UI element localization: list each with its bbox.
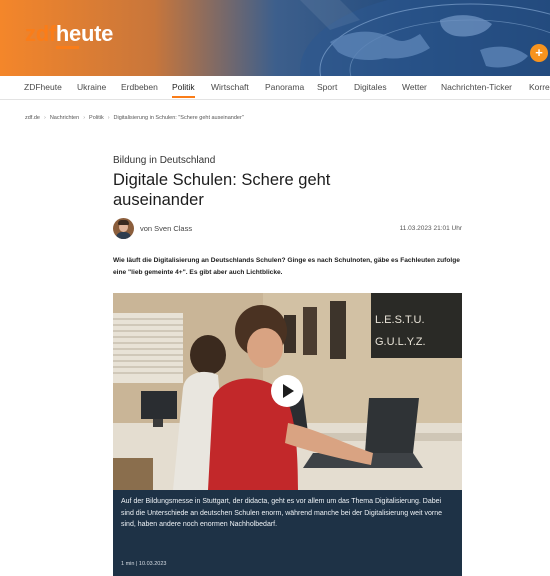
breadcrumb-separator-icon: › <box>83 115 86 121</box>
video-caption-box: Auf der Bildungsmesse in Stuttgart, der … <box>113 490 462 576</box>
article-kicker: Bildung in Deutschland <box>113 155 216 166</box>
zdfheute-logo[interactable]: zdfheute <box>25 21 113 47</box>
nav-item-zdfheute[interactable]: ZDFheute <box>24 82 62 92</box>
board-text-1: L.E.S.T.U. <box>375 314 425 326</box>
video-player[interactable]: L.E.S.T.U. G.U.L.Y.Z. <box>113 293 462 490</box>
breadcrumb-separator-icon: › <box>43 115 46 121</box>
article-teaser: Wie läuft die Digitalisierung an Deutsch… <box>113 257 460 276</box>
article-title: Digitale Schulen: Schere geht auseinande… <box>113 171 331 209</box>
breadcrumb-separator-icon: › <box>107 115 110 121</box>
breadcrumb-item-nachrichten[interactable]: Nachrichten <box>50 115 79 121</box>
author-name[interactable]: von Sven Class <box>140 224 192 233</box>
nav-item-politik[interactable]: Politik <box>172 82 195 98</box>
breadcrumb: zdf.de › Nachrichten › Politik › Digitalisieru… <box>25 115 244 121</box>
site-header: zdfheute + <box>0 0 550 76</box>
board-text-2: G.U.L.Y.Z. <box>375 336 426 348</box>
breadcrumb-item-politik[interactable]: Politik <box>89 115 104 121</box>
nav-item-sport[interactable]: Sport <box>317 82 337 92</box>
plus-button[interactable]: + <box>530 44 548 62</box>
nav-item-digitales[interactable]: Digitales <box>354 82 387 92</box>
nav-item-wirtschaft[interactable]: Wirtschaft <box>211 82 249 92</box>
logo-zdf-text: zdf <box>25 21 56 46</box>
nav-item-korre[interactable]: Korre <box>529 82 550 92</box>
video-meta: 1 min | 10.03.2023 <box>121 561 167 567</box>
author-row: von Sven Class 11.03.2023 21:01 Uhr <box>113 218 462 240</box>
nav-item-nachrichten-ticker[interactable]: Nachrichten-Ticker <box>441 82 512 92</box>
nav-item-panorama[interactable]: Panorama <box>265 82 304 92</box>
logo-heute-text: heute <box>55 21 114 46</box>
nav-item-erdbeben[interactable]: Erdbeben <box>121 82 158 92</box>
nav-item-ukraine[interactable]: Ukraine <box>77 82 106 92</box>
breadcrumb-item-current: Digitalisierung in Schulen: "Schere geht… <box>113 115 244 121</box>
author-avatar[interactable] <box>113 218 134 239</box>
play-button[interactable] <box>271 375 303 407</box>
main-nav: ZDFheute Ukraine Erdbeben Politik Wirtsc… <box>0 76 550 100</box>
nav-item-wetter[interactable]: Wetter <box>402 82 427 92</box>
breadcrumb-item-zdf[interactable]: zdf.de <box>25 115 40 121</box>
video-caption: Auf der Bildungsmesse in Stuttgart, der … <box>121 498 443 528</box>
publish-date: 11.03.2023 21:01 Uhr <box>399 225 462 232</box>
